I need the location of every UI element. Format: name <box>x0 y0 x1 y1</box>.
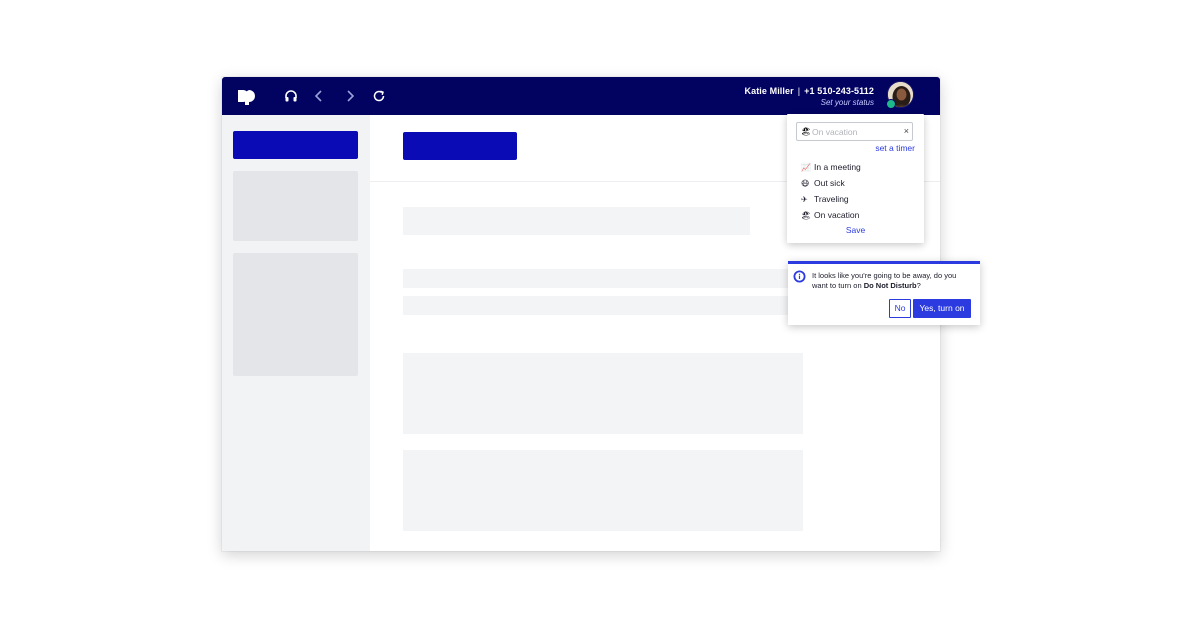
sidebar-placeholder-card <box>233 253 358 376</box>
dnd-message: It looks like you're going to be away, d… <box>812 271 974 291</box>
status-option-label: In a meeting <box>814 162 861 172</box>
chart-increasing-icon: 📈 <box>801 162 811 172</box>
status-option-in-a-meeting[interactable]: 📈 In a meeting <box>801 159 911 175</box>
save-status-button[interactable]: Save <box>787 225 924 235</box>
content-placeholder <box>403 269 803 288</box>
chevron-right-icon[interactable] <box>342 88 358 104</box>
dialpad-logo-icon[interactable] <box>234 86 260 106</box>
presence-indicator <box>886 99 896 109</box>
status-input[interactable] <box>812 125 902 138</box>
chevron-left-icon[interactable] <box>311 88 327 104</box>
info-icon <box>793 270 806 283</box>
dnd-message-end: ? <box>916 281 921 290</box>
beach-umbrella-icon: 🏖 <box>801 127 812 136</box>
status-option-out-sick[interactable]: 😷 Out sick <box>801 175 911 191</box>
sidebar-placeholder-card <box>233 171 358 241</box>
status-options: 📈 In a meeting 😷 Out sick ✈ Traveling 🏖 … <box>801 159 911 223</box>
top-bar: Katie Miller | +1 510-243-5112 Set your st… <box>222 77 940 115</box>
status-option-label: Traveling <box>814 194 849 204</box>
set-timer-link[interactable]: set a timer <box>875 143 915 153</box>
face-with-mask-icon: 😷 <box>801 178 810 188</box>
set-status-link[interactable]: Set your status <box>821 98 874 107</box>
status-dropdown: 🏖 × set a timer 📈 In a meeting 😷 Out sic… <box>787 114 924 243</box>
status-option-label: On vacation <box>814 210 860 220</box>
main-primary-button[interactable] <box>403 132 517 160</box>
dnd-message-emphasis: Do Not Disturb <box>863 281 917 290</box>
content-placeholder <box>403 353 803 434</box>
airplane-icon: ✈ <box>801 194 808 204</box>
user-identity[interactable]: Katie Miller | +1 510-243-5112 <box>745 86 875 96</box>
status-option-traveling[interactable]: ✈ Traveling <box>801 191 911 207</box>
identity-separator: | <box>797 86 801 96</box>
headset-icon[interactable] <box>283 88 299 104</box>
content-placeholder <box>403 296 803 315</box>
status-input-wrapper: 🏖 × <box>796 122 913 141</box>
content-placeholder <box>403 207 750 235</box>
status-option-on-vacation[interactable]: 🏖 On vacation <box>801 207 911 223</box>
dnd-no-button[interactable]: No <box>889 299 911 318</box>
user-name: Katie Miller <box>744 86 794 96</box>
dnd-yes-button[interactable]: Yes, turn on <box>913 299 971 318</box>
sidebar-primary-button[interactable] <box>233 131 358 159</box>
sidebar <box>222 115 370 551</box>
status-option-label: Out sick <box>814 178 845 188</box>
beach-umbrella-icon: 🏖 <box>801 210 812 220</box>
content-placeholder <box>403 450 803 531</box>
clear-status-icon[interactable]: × <box>904 125 909 138</box>
dnd-prompt: It looks like you're going to be away, d… <box>788 261 980 325</box>
user-phone: +1 510-243-5112 <box>804 86 874 96</box>
refresh-icon[interactable] <box>371 88 387 104</box>
